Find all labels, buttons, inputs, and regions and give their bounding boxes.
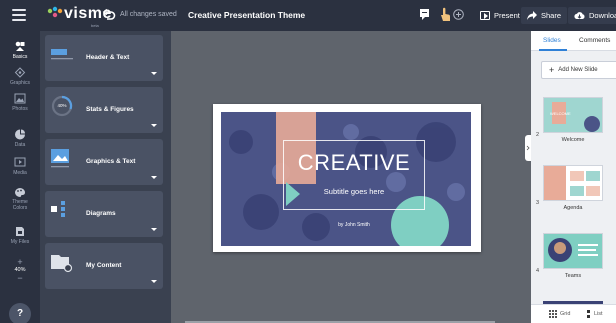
slide-number: 4 xyxy=(536,268,540,274)
list-icon xyxy=(587,310,590,318)
top-bar: visme beta All changes saved Creative Pr… xyxy=(0,0,616,31)
rail-label: Graphics xyxy=(9,80,30,86)
rail-label: Photos xyxy=(12,106,28,112)
slide-thumbnail xyxy=(543,233,603,269)
grid-view-button[interactable]: Grid xyxy=(549,310,570,318)
rail-item-photos[interactable]: Photos xyxy=(0,93,40,112)
slide-title[interactable]: CREATIVE xyxy=(283,150,425,176)
chevron-right-icon xyxy=(526,145,530,151)
list-label: List xyxy=(594,311,603,317)
document-title[interactable]: Creative Presentation Theme xyxy=(188,10,305,20)
share-icon xyxy=(527,11,537,20)
category-label: Stats & Figures xyxy=(86,106,134,113)
rail-label: Media xyxy=(13,170,27,176)
slide-name: Agenda xyxy=(563,205,583,211)
media-icon xyxy=(14,157,26,167)
diagram-thumb-icon xyxy=(51,201,65,217)
comment-icon[interactable] xyxy=(419,8,430,21)
grid-icon xyxy=(549,310,557,318)
category-diagrams[interactable]: Diagrams xyxy=(45,191,163,237)
current-slide[interactable]: CREATIVE Subtitle goes here by John Smit… xyxy=(213,104,481,252)
slide-name: Teams xyxy=(564,273,582,279)
rail-item-basics[interactable]: Basics xyxy=(0,41,40,60)
download-button[interactable]: Downloa xyxy=(568,7,616,24)
add-collaborator-icon[interactable] xyxy=(453,9,464,20)
palette-icon xyxy=(15,188,25,197)
rail-label: My Files xyxy=(10,239,30,245)
tab-slides[interactable]: Slides xyxy=(543,37,561,44)
category-header-text[interactable]: Header & Text xyxy=(45,35,163,81)
thumb-mini-title: WELCOME xyxy=(550,111,571,116)
files-icon xyxy=(16,227,24,236)
cloud-download-icon xyxy=(574,12,585,19)
graphics-text-thumb-icon xyxy=(51,149,69,168)
grid-label: Grid xyxy=(560,311,571,317)
help-button[interactable]: ? xyxy=(9,303,31,323)
chevron-down-icon[interactable] xyxy=(151,228,157,231)
category-graphics-text[interactable]: Graphics & Text xyxy=(45,139,163,185)
tab-comments[interactable]: Comments xyxy=(579,37,610,44)
collapse-panel-handle[interactable] xyxy=(525,135,531,161)
active-tab-indicator xyxy=(539,49,567,51)
present-button[interactable]: Present xyxy=(474,7,526,24)
slide-thumbnail: WELCOME xyxy=(543,97,603,133)
play-icon xyxy=(480,11,490,20)
category-stats-figures[interactable]: 40% Stats & Figures xyxy=(45,87,163,133)
rail-item-my-files[interactable]: My Files xyxy=(0,226,40,245)
category-label: Header & Text xyxy=(86,54,130,61)
list-view-button[interactable]: List xyxy=(587,310,603,318)
save-status: All changes saved xyxy=(120,11,177,18)
basics-icon xyxy=(15,41,25,51)
category-label: Graphics & Text xyxy=(86,158,136,165)
chevron-down-icon[interactable] xyxy=(151,176,157,179)
slide-number: 2 xyxy=(536,132,540,138)
hamburger-menu-icon[interactable] xyxy=(12,9,26,21)
graphics-icon xyxy=(14,67,26,78)
slides-panel: Slides Comments + Add New Slide 2 WELCOM… xyxy=(525,31,616,323)
stats-badge: 40% xyxy=(57,103,67,108)
hand-pointer-icon[interactable] xyxy=(438,6,454,23)
present-label: Present xyxy=(494,11,520,20)
folder-icon xyxy=(51,255,73,273)
add-slide-label: Add New Slide xyxy=(558,67,598,73)
chevron-down-icon[interactable] xyxy=(151,124,157,127)
download-label: Downloa xyxy=(589,11,616,20)
panel-tabs: Slides Comments xyxy=(531,31,616,51)
photos-icon xyxy=(14,93,26,104)
share-label: Share xyxy=(541,11,562,20)
category-my-content[interactable]: My Content xyxy=(45,243,163,289)
content-block-panel: Header & Text 40% Stats & Figures Graphi… xyxy=(40,31,171,323)
rail-item-media[interactable]: Media xyxy=(0,157,40,176)
share-button[interactable]: Share xyxy=(521,7,568,24)
editor-canvas[interactable]: CREATIVE Subtitle goes here by John Smit… xyxy=(171,31,531,323)
slide-background-photo[interactable]: CREATIVE Subtitle goes here by John Smit… xyxy=(221,112,471,246)
rail-item-graphics[interactable]: Graphics xyxy=(0,67,40,86)
zoom-control: + 40% − xyxy=(8,257,32,283)
slide-subtitle[interactable]: Subtitle goes here xyxy=(283,187,425,196)
category-label: Diagrams xyxy=(86,210,116,217)
data-icon xyxy=(15,129,25,140)
rail-item-data[interactable]: Data xyxy=(0,129,40,148)
slide-byline[interactable]: by John Smith xyxy=(283,222,425,228)
add-new-slide-button[interactable]: + Add New Slide xyxy=(541,61,616,79)
logo-beta-badge: beta xyxy=(91,23,99,28)
undo-icon[interactable] xyxy=(102,8,116,22)
left-tool-rail: Basics Graphics Photos Data Media Theme … xyxy=(0,31,40,323)
rail-item-theme-colors[interactable]: Theme Colors xyxy=(0,187,40,211)
plus-icon: + xyxy=(549,65,555,75)
category-label: My Content xyxy=(86,262,122,269)
zoom-in-button[interactable]: + xyxy=(8,257,32,267)
logo-mark-icon xyxy=(47,6,63,18)
rail-label: Theme Colors xyxy=(12,199,28,211)
rail-label: Basics xyxy=(12,54,28,60)
chevron-down-icon[interactable] xyxy=(151,72,157,75)
rail-label: Data xyxy=(14,142,26,148)
slide-name: Welcome xyxy=(561,137,585,143)
header-text-thumb-icon xyxy=(51,49,73,60)
slide-thumbnail xyxy=(543,165,603,201)
slide-number: 3 xyxy=(536,200,540,206)
zoom-out-button[interactable]: − xyxy=(8,273,32,283)
view-toggle-bar: Grid List xyxy=(531,304,616,323)
chevron-down-icon[interactable] xyxy=(151,280,157,283)
